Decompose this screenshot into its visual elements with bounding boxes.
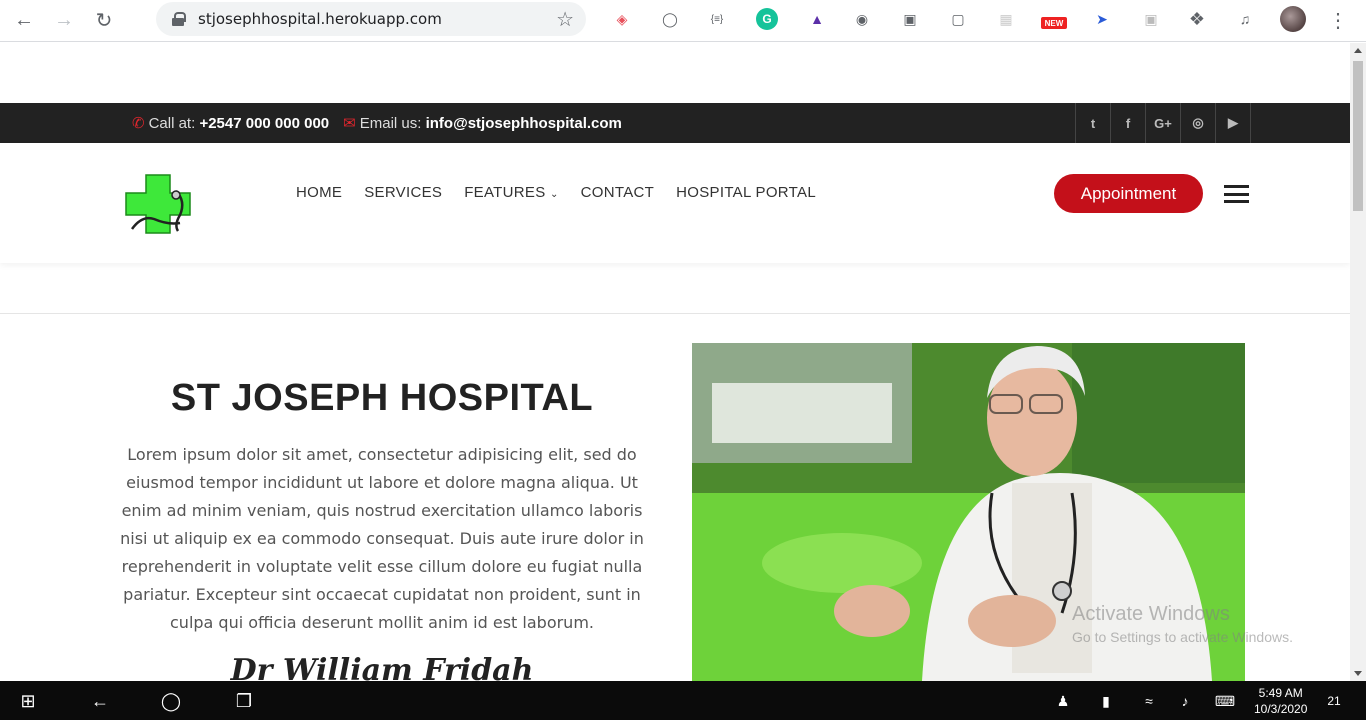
windows-start-icon[interactable]: ⊞ [17,690,39,712]
cube-outline-icon[interactable]: ▢ [947,8,969,30]
envelope-icon: ✉ [343,115,356,132]
phone-icon: ✆ [132,115,145,132]
media-queue-icon[interactable]: ♫ [1234,8,1256,30]
twitter-icon[interactable]: t [1076,103,1111,143]
google-plus-icon[interactable]: G+ [1146,103,1181,143]
bookmark-star-icon[interactable]: ☆ [556,7,574,32]
scroll-up-icon[interactable] [1354,48,1362,53]
nav-hospital-portal[interactable]: HOSPITAL PORTAL [676,184,816,201]
main-nav: HOME SERVICES FEATURES ⌄ CONTACT HOSPITA… [296,184,816,201]
nav-services[interactable]: SERVICES [364,184,442,201]
volume-icon[interactable]: ♪ [1174,690,1196,712]
browser-menu-icon[interactable]: ⋮ [1328,8,1348,33]
extension-json-icon[interactable]: {≡} [706,8,728,30]
nav-contact[interactable]: CONTACT [581,184,654,201]
people-icon[interactable]: ♟ [1052,690,1074,712]
extension-icon-2[interactable]: ◯ [659,8,681,30]
call-label: Call at: [148,115,196,132]
activate-windows-title: Activate Windows [1072,603,1230,625]
phone-number[interactable]: +2547 000 000 000 [199,115,329,132]
extension-icon-11[interactable]: ▣ [1140,8,1162,30]
contact-topbar: ✆ Call at: +2547 000 000 000 ✉ Email us: i… [0,103,1350,143]
notification-count: 21 [1327,694,1341,708]
url-text[interactable]: stjosephhospital.herokuapp.com [198,10,442,28]
section-divider [0,313,1350,314]
email-label: Email us: [359,115,422,132]
hospital-logo[interactable] [124,171,194,237]
nav-features[interactable]: FEATURES ⌄ [464,184,558,201]
notifications-icon[interactable]: 21 [1323,690,1345,712]
clock-date: 10/3/2020 [1254,702,1308,716]
extension-icon-1[interactable]: ◈ [611,8,633,30]
activate-windows-subtitle: Go to Settings to activate Windows. [1072,629,1293,645]
profile-avatar[interactable] [1280,6,1306,32]
extension-icon-8[interactable]: ▦ [995,8,1017,30]
cube-icon[interactable]: ▣ [899,8,921,30]
phone-contact: ✆ Call at: +2547 000 000 000 [132,114,329,132]
reload-icon[interactable]: ↻ [88,5,120,37]
new-badge-icon[interactable]: NEW [1041,17,1067,29]
battery-icon[interactable]: ▮ [1095,690,1117,712]
email-contact: ✉ Email us: info@stjosephhospital.com [343,114,622,132]
windows-taskbar: ⊞ ← ◯ ❐ ♟ ▮ ≈ ♪ ⌨ 5:49 AM 10/3/2020 21 [0,681,1366,720]
scroll-down-icon[interactable] [1354,671,1362,676]
address-bar[interactable]: stjosephhospital.herokuapp.com ☆ [156,2,586,36]
web-page: ✆ Call at: +2547 000 000 000 ✉ Email us: i… [0,43,1350,681]
wifi-icon[interactable]: ≈ [1138,690,1160,712]
appointment-button[interactable]: Appointment [1054,174,1203,213]
globe-icon[interactable]: ◉ [851,8,873,30]
back-icon[interactable]: ← [8,5,40,37]
doctor-signature: Dr William Fridah [230,653,534,681]
hero-title: ST JOSEPH HOSPITAL [170,377,594,419]
forward-icon[interactable]: → [48,5,80,37]
page-scrollbar[interactable] [1350,43,1366,681]
browser-toolbar: ← → ↻ stjosephhospital.herokuapp.com ☆ ◈… [0,0,1366,42]
nav-features-label: FEATURES [464,184,546,201]
grammarly-icon[interactable]: G [756,8,778,30]
clock-time: 5:49 AM [1258,686,1303,700]
instagram-icon[interactable]: ◎ [1181,103,1216,143]
site-header: HOME SERVICES FEATURES ⌄ CONTACT HOSPITA… [0,143,1350,263]
hero-description: Lorem ipsum dolor sit amet, consectetur … [120,445,644,632]
email-address[interactable]: info@stjosephhospital.com [426,115,622,132]
nav-home[interactable]: HOME [296,184,342,201]
puzzle-icon[interactable]: ❖ [1186,8,1208,30]
extension-icon-4[interactable]: ▲ [806,8,828,30]
keyboard-icon[interactable]: ⌨ [1214,690,1236,712]
scrollbar-thumb[interactable] [1353,61,1363,211]
hamburger-menu-icon[interactable] [1224,185,1249,203]
rocket-icon[interactable]: ➤ [1091,8,1113,30]
system-clock[interactable]: 5:49 AM 10/3/2020 [1254,685,1307,717]
task-view-icon[interactable]: ❐ [233,690,255,712]
lock-icon [172,12,186,26]
back-arrow-icon[interactable]: ← [89,690,111,712]
social-links: t f G+ ◎ ▶ [1075,103,1251,143]
youtube-icon[interactable]: ▶ [1216,103,1251,143]
chevron-down-icon: ⌄ [549,189,559,200]
cortana-icon[interactable]: ◯ [160,690,182,712]
facebook-icon[interactable]: f [1111,103,1146,143]
